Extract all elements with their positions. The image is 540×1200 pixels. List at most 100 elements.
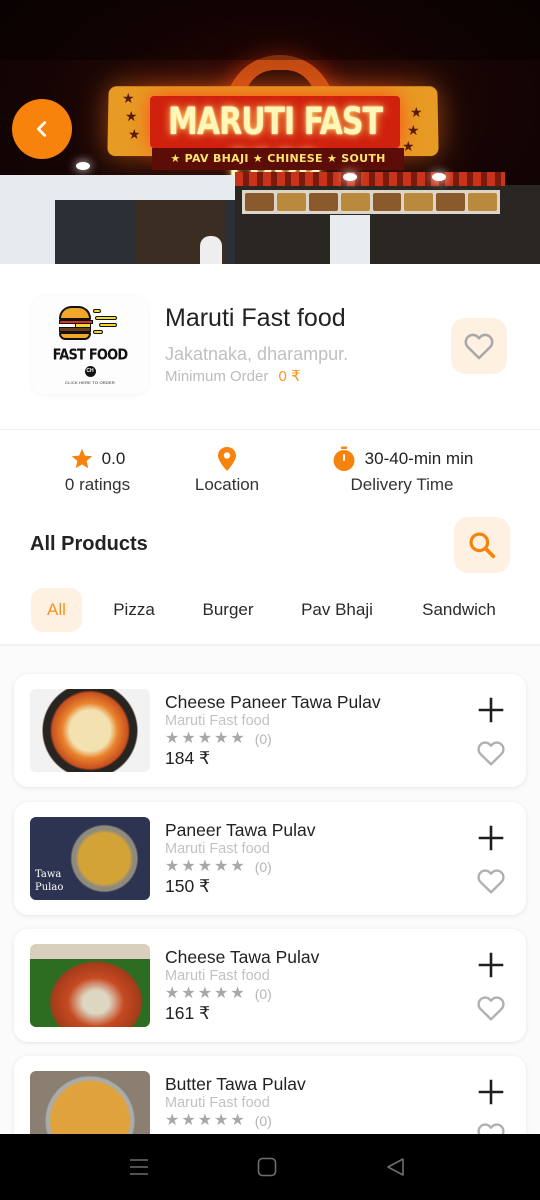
back-button[interactable] (12, 99, 72, 159)
rating-count: (0) (254, 859, 272, 875)
star-icon: ★ (214, 985, 229, 1002)
star-icon: ★ (165, 1112, 180, 1129)
menu-strip (242, 190, 500, 214)
logo-tagline: CLICK HERE TO ORDER (65, 379, 115, 385)
status-bar (0, 0, 540, 60)
rating-count: 0 ratings (64, 475, 131, 494)
back-triangle-icon[interactable] (383, 1154, 409, 1180)
star-icon: ★ (165, 858, 180, 875)
sign-star-icon: ★ (410, 104, 423, 120)
delivery-time-label: Delivery Time (350, 475, 454, 494)
shop-pillar (330, 215, 370, 264)
delivery-time-info: 30-40-min min Delivery Time (312, 446, 492, 495)
rating-count: (0) (254, 1113, 272, 1129)
star-icon (71, 448, 92, 469)
star-icon: ★ (181, 730, 196, 747)
location-info[interactable]: Location (172, 446, 282, 495)
home-icon[interactable] (254, 1154, 280, 1180)
location-pin-icon (218, 447, 236, 471)
product-price: 150 ₹ (165, 876, 211, 896)
sign-star-icon: ★ (125, 108, 138, 124)
star-icon: ★ (181, 858, 196, 875)
add-to-cart-icon[interactable] (476, 695, 506, 725)
restaurant-info-row: 0.0 0 ratings Location 30-40-min min Del… (0, 430, 540, 510)
product-rating: ★ ★ ★ ★ ★ (0) (165, 858, 272, 876)
chevron-left-icon (36, 121, 47, 137)
section-divider (0, 644, 540, 652)
product-name: Paneer Tawa Pulav (165, 820, 316, 840)
system-navigation-bar (0, 1134, 540, 1200)
ceiling-light (76, 162, 90, 170)
heart-outline-icon[interactable] (474, 737, 508, 769)
delivery-time-value: 30-40-min min (364, 449, 474, 468)
product-store: Maruti Fast food (165, 968, 270, 984)
star-icon: ★ (197, 730, 213, 747)
search-products-button[interactable] (454, 517, 510, 573)
ceiling-light (343, 173, 357, 181)
product-rating: ★ ★ ★ ★ ★ (0) (165, 730, 272, 748)
minimum-order-value: 0 ₹ (278, 368, 301, 385)
logo-mark: CH (84, 365, 96, 377)
add-to-cart-icon[interactable] (476, 823, 506, 853)
product-image (30, 689, 150, 772)
add-to-cart-icon[interactable] (476, 950, 506, 980)
sign-star-icon: ★ (122, 90, 135, 106)
section-title: All Products (30, 533, 148, 555)
favorite-restaurant-button[interactable] (451, 318, 507, 374)
category-tabs: All Pizza Burger Pav Bhaji Sandwich (0, 588, 540, 634)
heart-outline-icon[interactable] (474, 992, 508, 1024)
restaurant-cover-image: MARUTI FAST FOOD ★ ★ ★ ★ ★ ★ ★ PAV BHAJI… (0, 0, 540, 264)
product-store: Maruti Fast food (165, 841, 270, 857)
star-icon: ★ (165, 730, 180, 747)
star-icon: ★ (181, 1112, 196, 1129)
star-icon: ★ (230, 985, 245, 1002)
star-icon: ★ (214, 858, 229, 875)
restaurant-header: FAST FOOD CH CLICK HERE TO ORDER Maruti … (0, 264, 540, 430)
rating-info: 0.0 0 ratings (40, 446, 155, 495)
search-icon (469, 532, 496, 559)
star-icon: ★ (230, 1112, 245, 1129)
add-to-cart-icon[interactable] (476, 1077, 506, 1107)
product-price: 184 ₹ (165, 748, 211, 768)
product-image-caption: Tawa Pulao (35, 869, 64, 893)
product-name: Butter Tawa Pulav (165, 1074, 306, 1094)
burger-icon (59, 305, 121, 342)
product-price: 161 ₹ (165, 1003, 211, 1023)
restaurant-address: Jakatnaka, dharampur. (165, 344, 349, 364)
rating-count: (0) (254, 731, 272, 747)
menu-icon[interactable] (126, 1154, 152, 1180)
star-icon: ★ (181, 985, 196, 1002)
restaurant-logo: FAST FOOD CH CLICK HERE TO ORDER (32, 296, 148, 394)
tab-burger[interactable]: Burger (192, 588, 264, 632)
heart-outline-icon (464, 333, 494, 360)
ceiling-light (432, 173, 446, 181)
stopwatch-icon (333, 446, 355, 471)
rating-value: 0.0 (101, 449, 126, 468)
product-rating: ★ ★ ★ ★ ★ (0) (165, 985, 272, 1003)
product-rating: ★ ★ ★ ★ ★ (0) (165, 1112, 272, 1130)
heart-outline-icon[interactable] (474, 865, 508, 897)
tab-all[interactable]: All (31, 588, 82, 632)
product-card[interactable]: Cheese Paneer Tawa Pulav Maruti Fast foo… (14, 674, 526, 787)
product-name: Cheese Tawa Pulav (165, 947, 320, 967)
minimum-order: Minimum Order 0 ₹ (165, 367, 301, 385)
product-card[interactable]: Tawa Pulao Paneer Tawa Pulav Maruti Fast… (14, 802, 526, 915)
person-body (200, 236, 222, 264)
star-icon: ★ (197, 858, 213, 875)
restaurant-name: Maruti Fast food (165, 304, 346, 332)
rating-count: (0) (254, 986, 272, 1002)
star-icon: ★ (230, 730, 245, 747)
tab-sandwich[interactable]: Sandwich (410, 588, 508, 632)
product-name: Cheese Paneer Tawa Pulav (165, 692, 381, 712)
minimum-order-label: Minimum Order (165, 368, 269, 385)
product-card[interactable]: Cheese Tawa Pulav Maruti Fast food ★ ★ ★ ★ ★… (14, 929, 526, 1042)
product-store: Maruti Fast food (165, 713, 270, 729)
sign-subtext: ★ PAV BHAJI ★ CHINESE ★ SOUTH INDIAN (152, 148, 404, 187)
tab-pav-bhaji[interactable]: Pav Bhaji (290, 588, 384, 632)
logo-title: FAST FOOD (52, 346, 129, 364)
tab-pizza[interactable]: Pizza (104, 588, 164, 632)
shop-awning (235, 172, 505, 186)
star-icon: ★ (214, 730, 229, 747)
star-icon: ★ (197, 1112, 213, 1129)
star-icon: ★ (165, 985, 180, 1002)
